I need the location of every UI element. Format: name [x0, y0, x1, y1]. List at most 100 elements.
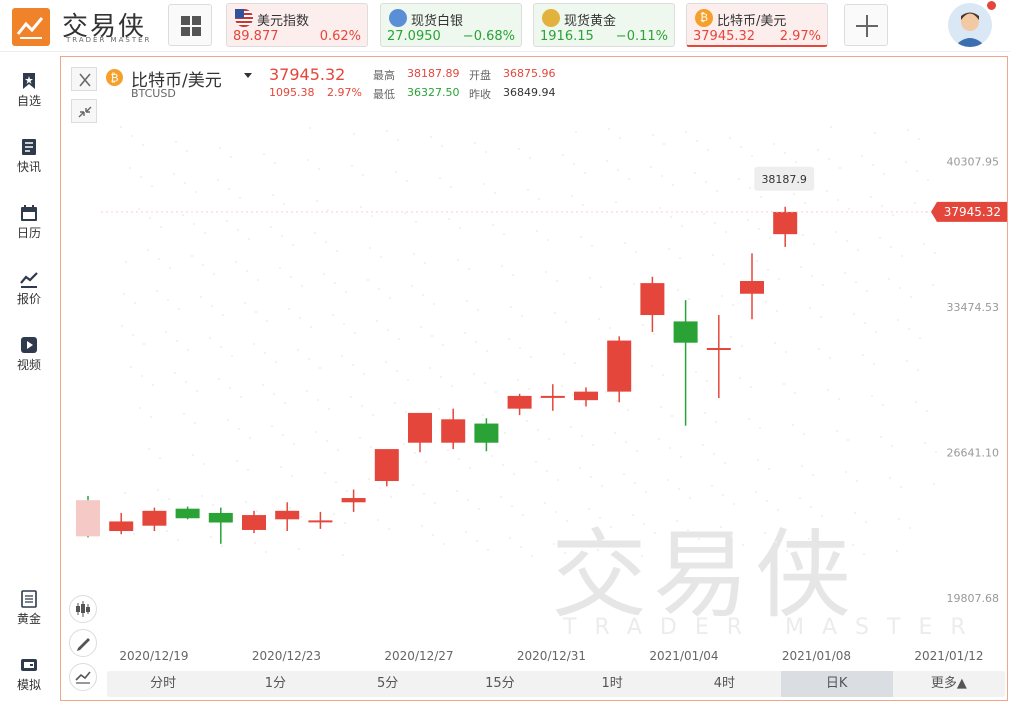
map-dot: [618, 136, 622, 140]
sidebar-item-quotes[interactable]: 报价: [0, 258, 58, 314]
timeframe-0[interactable]: 分时: [107, 671, 219, 697]
close-button[interactable]: [71, 67, 97, 91]
sidebar-item-gold[interactable]: 黄金: [0, 578, 58, 634]
map-dot: [201, 263, 205, 267]
map-dot: [678, 256, 682, 260]
map-dot: [262, 152, 266, 156]
layout-grid-button[interactable]: [168, 4, 212, 46]
map-dot: [265, 319, 269, 323]
map-dot: [437, 407, 441, 411]
map-dot: [519, 545, 523, 549]
map-dot: [837, 397, 841, 401]
map-dot: [880, 204, 884, 208]
candle-body: [507, 395, 532, 409]
sidebar-item-calendar[interactable]: 日历: [0, 192, 58, 248]
map-dot: [157, 257, 161, 261]
map-dot: [481, 413, 485, 417]
map-dot: [529, 355, 533, 359]
draw-tool-button[interactable]: [69, 629, 97, 657]
sidebar-item-video[interactable]: 视频: [0, 324, 58, 380]
candle-body: [540, 395, 565, 398]
timeframe-6[interactable]: 日K: [780, 671, 893, 697]
tab-gold[interactable]: 现货黄金 1916.15 −0.11%: [533, 3, 675, 47]
map-dot: [827, 157, 831, 161]
candles-icon: [76, 601, 90, 617]
map-dot: [440, 144, 444, 148]
map-dot: [341, 553, 345, 557]
map-dot: [370, 214, 374, 218]
map-dot: [412, 252, 416, 256]
map-dot: [626, 408, 630, 412]
candle-body: [109, 521, 134, 532]
map-dot: [750, 154, 754, 158]
bitcoin-icon: ₿: [106, 69, 123, 86]
map-dot: [642, 522, 646, 526]
map-dot: [261, 383, 265, 387]
sidebar-item-simulate[interactable]: 模拟: [0, 644, 58, 700]
map-dot: [131, 333, 135, 337]
map-dot: [300, 284, 304, 288]
map-dot: [318, 366, 322, 370]
map-dot: [421, 293, 425, 297]
map-dot: [256, 278, 260, 282]
notification-dot: [987, 1, 996, 10]
map-dot: [860, 154, 864, 158]
low-value: 36327.50: [407, 86, 460, 99]
map-dot: [710, 484, 714, 488]
map-dot: [608, 326, 612, 330]
chevron-down-icon[interactable]: [244, 73, 252, 78]
map-dot: [420, 524, 424, 528]
map-dot: [547, 437, 551, 441]
prev-close-label: 昨收: [469, 88, 491, 101]
timeframe-1[interactable]: 1分: [219, 671, 331, 697]
map-dot: [253, 541, 257, 545]
map-dot: [604, 390, 608, 394]
map-dot: [802, 432, 806, 436]
map-dot: [193, 421, 197, 425]
map-dot: [706, 148, 710, 152]
map-dot: [605, 159, 609, 163]
map-dot: [812, 242, 816, 246]
map-dot: [210, 304, 214, 308]
timeframe-3[interactable]: 15分: [444, 671, 556, 697]
tab-usd-index[interactable]: 美元指数 89.877 0.62%: [226, 3, 368, 47]
map-dot: [844, 470, 848, 474]
map-dot: [772, 142, 776, 146]
map-dot: [563, 551, 567, 555]
map-dot: [881, 403, 885, 407]
indicator-tool-button[interactable]: [69, 663, 97, 691]
add-tab-button[interactable]: [844, 4, 888, 46]
sidebar-item-news[interactable]: 快讯: [0, 126, 58, 182]
candle-tool-button[interactable]: [69, 595, 97, 623]
map-dot: [237, 427, 241, 431]
map-dot: [670, 414, 674, 418]
timeframe-4[interactable]: 1时: [556, 671, 668, 697]
map-dot: [694, 370, 698, 374]
map-dot: [897, 517, 901, 521]
map-dot: [553, 311, 557, 315]
map-dot: [431, 533, 435, 537]
timeframe-7[interactable]: 更多▲: [893, 671, 1005, 697]
tab-silver[interactable]: 现货白银 27.0950 −0.68%: [380, 3, 522, 47]
symbol-price: 37945.32: [269, 65, 346, 84]
symbol-code: BTCUSD: [131, 87, 176, 100]
open-value: 36875.96: [503, 67, 556, 80]
map-dot: [441, 343, 445, 347]
logo-icon: [12, 8, 50, 46]
candlestick-chart[interactable]: 19807.68 26641.10 33474.53 40307.95 38187.9 3…: [61, 107, 1007, 667]
map-dot: [332, 512, 336, 516]
sidebar-item-watchlist[interactable]: 自选: [0, 60, 58, 116]
map-dot: [729, 335, 733, 339]
map-dot: [783, 151, 787, 155]
map-dot: [573, 361, 577, 365]
tab-bitcoin[interactable]: ₿ 比特币/美元 37945.32 2.97%: [686, 3, 828, 47]
map-dot: [521, 513, 525, 517]
map-dot: [891, 213, 895, 217]
timeframe-5[interactable]: 4时: [668, 671, 780, 697]
timeframe-2[interactable]: 5分: [332, 671, 444, 697]
map-dot: [234, 260, 238, 264]
map-dot: [546, 238, 550, 242]
map-dot: [660, 174, 664, 178]
avatar[interactable]: [948, 3, 992, 47]
map-dot: [246, 468, 250, 472]
